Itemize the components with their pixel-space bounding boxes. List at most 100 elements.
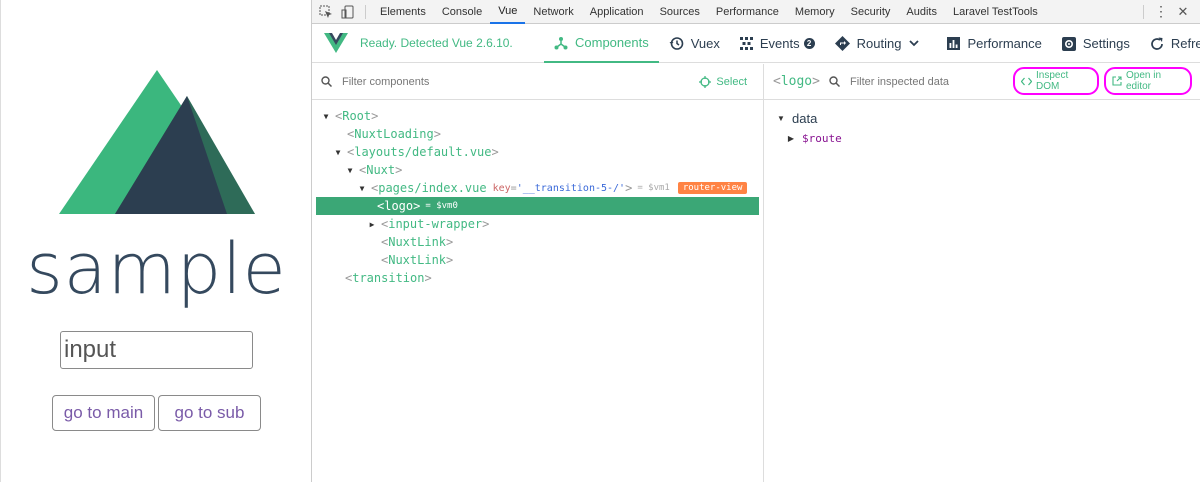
inspected-component-name: < logo > <box>773 74 820 89</box>
tab-vuex-label: Vuex <box>690 36 720 51</box>
app-page: sample go to main go to sub <box>0 0 311 482</box>
go-to-main-button[interactable]: go to main <box>52 395 155 431</box>
select-component-button[interactable]: Select <box>699 75 747 88</box>
node-vm-ref: = $vm0 <box>425 201 458 211</box>
tree-toolbar: Select <box>312 64 763 100</box>
node-label: Root <box>342 109 372 123</box>
devtools-tab-application[interactable]: Application <box>582 0 652 24</box>
tab-vuex[interactable]: Vuex <box>659 24 730 63</box>
inspector-toolbar: <logo> Inspect DOM Open in editor <box>764 64 1200 100</box>
devtools-tab-network[interactable]: Network <box>525 0 581 24</box>
devtools-tab-memory[interactable]: Memory <box>787 0 843 24</box>
page-title: sample <box>26 228 287 310</box>
components-icon <box>554 36 568 50</box>
component-name-label: logo <box>780 74 813 89</box>
filter-inspected-data-input[interactable] <box>849 75 1000 88</box>
inspect-dom-label: Inspect DOM <box>1036 70 1069 92</box>
events-count-badge: 2 <box>803 38 815 49</box>
expanded-arrow-icon[interactable]: ▼ <box>345 166 355 175</box>
routing-icon <box>834 36 850 51</box>
external-link-icon <box>1112 76 1122 86</box>
node-label: input-wrapper <box>388 217 483 231</box>
tree-node-input-wrapper[interactable]: ▶ < input-wrapper > <box>312 215 763 233</box>
devtools-tab-vue[interactable]: Vue <box>490 0 526 24</box>
tab-performance-label: Performance <box>967 36 1042 51</box>
open-in-editor-label: Open in editor <box>1126 70 1162 92</box>
events-icon <box>739 37 753 50</box>
node-attr-value: '__transition-5-/' <box>516 182 626 194</box>
tab-performance[interactable]: Performance <box>937 24 1051 63</box>
refresh-icon <box>1150 37 1164 51</box>
node-label: logo <box>384 199 414 213</box>
tab-events[interactable]: Events 2 <box>730 24 825 63</box>
open-in-editor-button[interactable]: Open in editor <box>1104 67 1192 95</box>
chevron-down-icon <box>909 40 920 47</box>
expanded-arrow-icon[interactable]: ▼ <box>321 112 331 121</box>
tab-routing-label: Routing <box>856 36 902 51</box>
chart-icon <box>947 37 961 50</box>
tree-node-logo[interactable]: < logo > = $vm0 <box>316 197 759 215</box>
node-label: layouts/default.vue <box>354 145 492 159</box>
tree-node-root[interactable]: ▼ < Root > <box>312 107 763 125</box>
vue-status-text: Ready. Detected Vue 2.6.10. <box>360 36 513 50</box>
close-icon[interactable]: ✕ <box>1172 0 1194 24</box>
tree-node-transition[interactable]: < transition > <box>312 269 763 287</box>
device-toolbar-icon[interactable] <box>337 0 359 24</box>
settings-icon <box>1061 36 1076 51</box>
tree-node-layout[interactable]: ▼ < layouts/default.vue > <box>312 143 763 161</box>
filter-components-input[interactable] <box>342 75 592 88</box>
devtools-tab-sources[interactable]: Sources <box>652 0 708 24</box>
devtools-tab-performance[interactable]: Performance <box>708 0 787 24</box>
collapsed-arrow-icon[interactable]: ▶ <box>786 134 796 143</box>
devtools-panel: Elements Console Vue Network Application Sour… <box>311 0 1200 482</box>
refresh-label: Refresh <box>1170 36 1200 51</box>
expanded-arrow-icon[interactable]: ▼ <box>333 148 343 157</box>
tree-node-pages-index[interactable]: ▼ < pages/index.vue key = '__transition-5-/… <box>312 179 763 197</box>
refresh-button[interactable]: Refresh <box>1140 24 1200 63</box>
devtools-tab-laravel-testtools[interactable]: Laravel TestTools <box>945 0 1046 24</box>
component-tree-pane: Select ▼ <Root> <NuxtLoading> ▼ <layouts… <box>312 64 764 482</box>
node-attr-key: key <box>492 182 511 194</box>
controls-separator <box>1143 4 1144 19</box>
tab-settings[interactable]: Settings <box>1052 24 1140 63</box>
vue-panes: Select ▼ <Root> <NuxtLoading> ▼ <layouts… <box>312 64 1200 482</box>
vue-nav: Components Vuex Events 2 Routing Perform… <box>544 24 1200 63</box>
inspect-element-icon[interactable] <box>315 0 337 24</box>
data-property-route[interactable]: ▶ $route <box>776 128 1189 148</box>
node-label: transition <box>352 271 425 285</box>
select-label: Select <box>716 75 747 88</box>
tree-node-nuxt-loading[interactable]: < NuxtLoading > <box>312 125 763 143</box>
devtools-tab-security[interactable]: Security <box>843 0 899 24</box>
tree-node-nuxt[interactable]: ▼ < Nuxt > <box>312 161 763 179</box>
devtools-tab-console[interactable]: Console <box>434 0 490 24</box>
data-section-header[interactable]: ▼ data <box>776 108 1189 128</box>
expanded-arrow-icon[interactable]: ▼ <box>776 114 786 123</box>
search-icon <box>829 76 840 87</box>
data-section: ▼ data ▶ $route <box>764 100 1200 156</box>
expanded-arrow-icon[interactable]: ▼ <box>357 184 367 193</box>
code-icon <box>1021 77 1032 86</box>
router-view-badge: router-view <box>677 182 748 194</box>
tab-separator <box>365 4 366 19</box>
search-icon <box>321 76 332 87</box>
history-icon <box>669 36 684 51</box>
node-label: pages/index.vue <box>378 181 487 195</box>
tab-components[interactable]: Components <box>544 24 659 63</box>
collapsed-arrow-icon[interactable]: ▶ <box>367 220 377 229</box>
data-section-title: data <box>792 110 818 126</box>
target-icon <box>699 75 712 88</box>
devtools-tab-audits[interactable]: Audits <box>898 0 945 24</box>
tab-routing[interactable]: Routing <box>825 24 930 63</box>
node-vm-ref: = $vm1 <box>637 183 670 193</box>
go-to-sub-button[interactable]: go to sub <box>158 395 261 431</box>
vue-logo-icon <box>324 33 348 53</box>
tree-node-nuxt-link[interactable]: < NuxtLink > <box>312 233 763 251</box>
more-vert-icon[interactable]: ⋮ <box>1150 0 1172 24</box>
node-label: NuxtLoading <box>354 127 434 141</box>
inspect-dom-button[interactable]: Inspect DOM <box>1013 67 1099 95</box>
text-input[interactable] <box>60 331 253 369</box>
tree-node-nuxt-link[interactable]: < NuxtLink > <box>312 251 763 269</box>
property-key: $route <box>802 131 842 145</box>
devtools-tab-elements[interactable]: Elements <box>372 0 434 24</box>
devtools-tab-bar: Elements Console Vue Network Application Sour… <box>312 0 1200 24</box>
